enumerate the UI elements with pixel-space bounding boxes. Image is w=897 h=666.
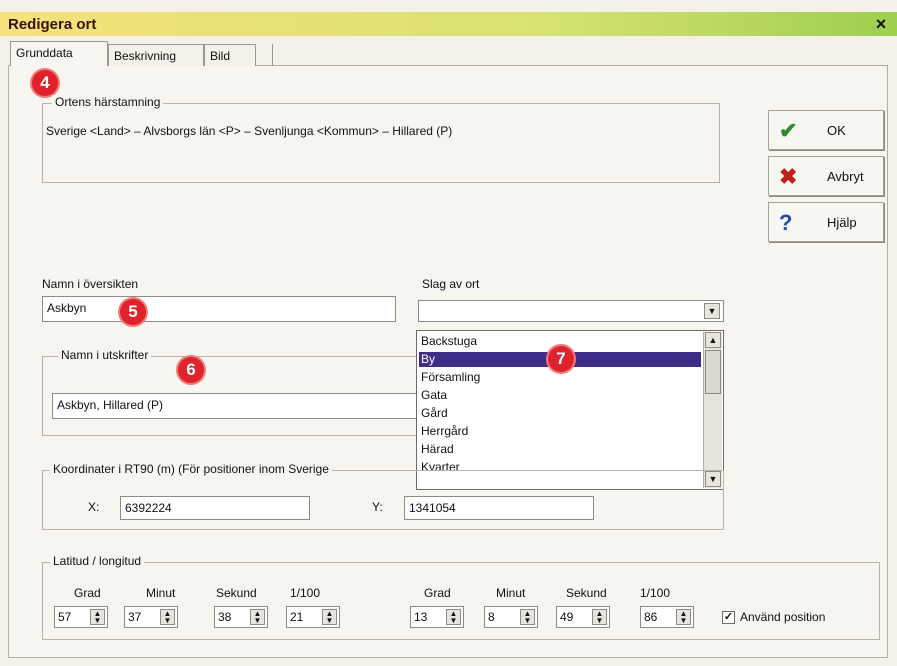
help-button[interactable]: ? Hjälp (768, 202, 884, 242)
place-type-option[interactable]: Härad (419, 442, 701, 457)
coordinate-x-label: X: (88, 500, 100, 514)
spinner-arrows-icon[interactable]: ▲ ▼ (322, 609, 337, 625)
spinner-arrows-icon[interactable]: ▲ ▼ (676, 609, 691, 625)
tab-beskrivning[interactable]: Beskrivning (108, 44, 204, 66)
spinner-value: 13 (414, 610, 428, 624)
origin-text: Sverige <Land> – Alvsborgs län <P> – Sve… (46, 124, 453, 138)
callout-badge-4: 4 (32, 70, 58, 96)
callout-badge-5: 5 (120, 299, 146, 325)
latlong-group (42, 562, 880, 640)
scroll-up-icon[interactable]: ▲ (705, 332, 721, 348)
dropdown-scrollbar[interactable]: ▲ ▼ (703, 332, 722, 488)
spinner-arrows-icon[interactable]: ▲ ▼ (446, 609, 461, 625)
spinner-value: 86 (644, 610, 658, 624)
origin-group-label: Ortens härstamning (52, 95, 164, 109)
place-type-select[interactable] (418, 300, 724, 322)
long-hundredth-spinner[interactable]: 86 ▲ ▼ (640, 606, 694, 628)
long-hundredth-header: 1/100 (640, 586, 671, 600)
use-position-label: Använd position (740, 610, 826, 624)
lat-hundredth-spinner[interactable]: 21 ▲ ▼ (286, 606, 340, 628)
title-bar: Redigera ort × (0, 12, 897, 36)
tab-label: Beskrivning (114, 49, 177, 63)
use-position-checkbox[interactable]: ✓ (722, 611, 735, 624)
latlong-label: Latitud / longitud (50, 554, 145, 568)
lat-degree-spinner[interactable]: 57 ▲ ▼ (54, 606, 108, 628)
long-minute-header: Minut (496, 586, 526, 600)
help-button-label: Hjälp (827, 215, 857, 230)
tab-divider (272, 44, 273, 66)
spinner-value: 37 (128, 610, 142, 624)
cancel-button[interactable]: ✖ Avbryt (768, 156, 884, 196)
coordinates-label: Koordinater i RT90 (m) (För positioner i… (50, 462, 332, 476)
tab-label: Bild (210, 49, 231, 63)
question-icon: ? (779, 210, 793, 235)
tab-bild[interactable]: Bild (204, 44, 256, 66)
spinner-value: 57 (58, 610, 72, 624)
chevron-down-icon[interactable]: ▼ (704, 303, 720, 319)
spinner-value: 38 (218, 610, 232, 624)
ok-button-label: OK (827, 123, 846, 138)
close-icon[interactable]: × (871, 14, 891, 34)
long-degree-spinner[interactable]: 13 ▲ ▼ (410, 606, 464, 628)
coordinate-x-input[interactable]: 6392224 (120, 496, 310, 520)
lat-degree-header: Grad (74, 586, 101, 600)
spinner-arrows-icon[interactable]: ▲ ▼ (520, 609, 535, 625)
long-degree-header: Grad (424, 586, 451, 600)
callout-badge-6: 6 (178, 357, 204, 383)
place-type-option[interactable]: Gård (419, 406, 701, 421)
overview-name-label: Namn i översikten (42, 277, 139, 291)
x-icon: ✖ (779, 164, 798, 189)
long-second-header: Sekund (566, 586, 607, 600)
tab-label: Grunddata (16, 46, 73, 60)
spinner-value: 21 (290, 610, 304, 624)
origin-group (42, 103, 720, 183)
spinner-arrows-icon[interactable]: ▲ ▼ (592, 609, 607, 625)
place-type-option[interactable]: Herrgård (419, 424, 701, 439)
printout-name-input[interactable]: Askbyn, Hillared (P) (52, 393, 420, 419)
lat-hundredth-header: 1/100 (290, 586, 321, 600)
lat-minute-header: Minut (146, 586, 176, 600)
check-icon: ✔ (779, 118, 798, 143)
lat-second-header: Sekund (216, 586, 257, 600)
ok-button[interactable]: ✔ OK (768, 110, 884, 150)
lat-minute-spinner[interactable]: 37 ▲ ▼ (124, 606, 178, 628)
spinner-value: 49 (560, 610, 574, 624)
spinner-value: 8 (488, 610, 495, 624)
scrollbar-thumb[interactable] (705, 350, 721, 394)
spinner-arrows-icon[interactable]: ▲ ▼ (90, 609, 105, 625)
lat-second-spinner[interactable]: 38 ▲ ▼ (214, 606, 268, 628)
callout-badge-7: 7 (548, 346, 574, 372)
cancel-button-label: Avbryt (827, 169, 864, 184)
place-type-option[interactable]: Församling (419, 370, 701, 385)
coordinate-y-input[interactable]: 1341054 (404, 496, 594, 520)
printout-name-label: Namn i utskrifter (58, 348, 152, 362)
spinner-arrows-icon[interactable]: ▲ ▼ (250, 609, 265, 625)
tab-grunddata[interactable]: Grunddata (10, 41, 108, 66)
coordinate-y-label: Y: (372, 500, 383, 514)
window-title: Redigera ort (8, 16, 97, 33)
place-type-label: Slag av ort (422, 277, 480, 291)
spinner-arrows-icon[interactable]: ▲ ▼ (160, 609, 175, 625)
long-second-spinner[interactable]: 49 ▲ ▼ (556, 606, 610, 628)
long-minute-spinner[interactable]: 8 ▲ ▼ (484, 606, 538, 628)
overview-name-input[interactable]: Askbyn (42, 296, 396, 322)
place-type-option[interactable]: Gata (419, 388, 701, 403)
